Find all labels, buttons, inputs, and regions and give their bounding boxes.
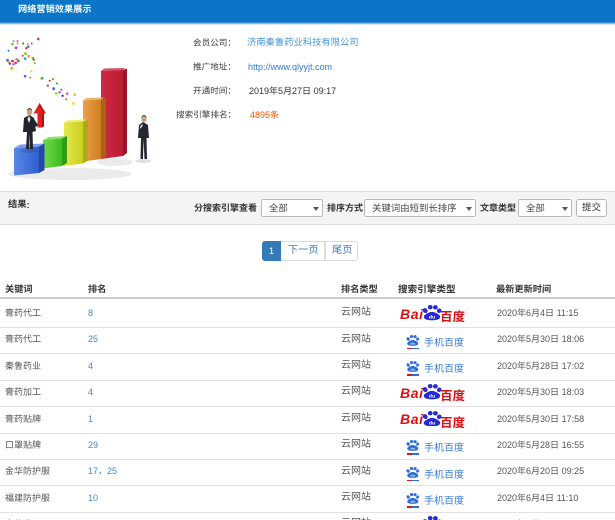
svg-text:du: du <box>429 394 436 399</box>
svg-text:du: du <box>411 447 415 451</box>
svg-text:du: du <box>411 342 415 346</box>
svg-text:du: du <box>411 474 415 478</box>
svg-text:du: du <box>429 421 436 426</box>
svg-text:du: du <box>429 315 436 320</box>
svg-text:du: du <box>411 368 415 372</box>
svg-text:du: du <box>411 500 415 504</box>
